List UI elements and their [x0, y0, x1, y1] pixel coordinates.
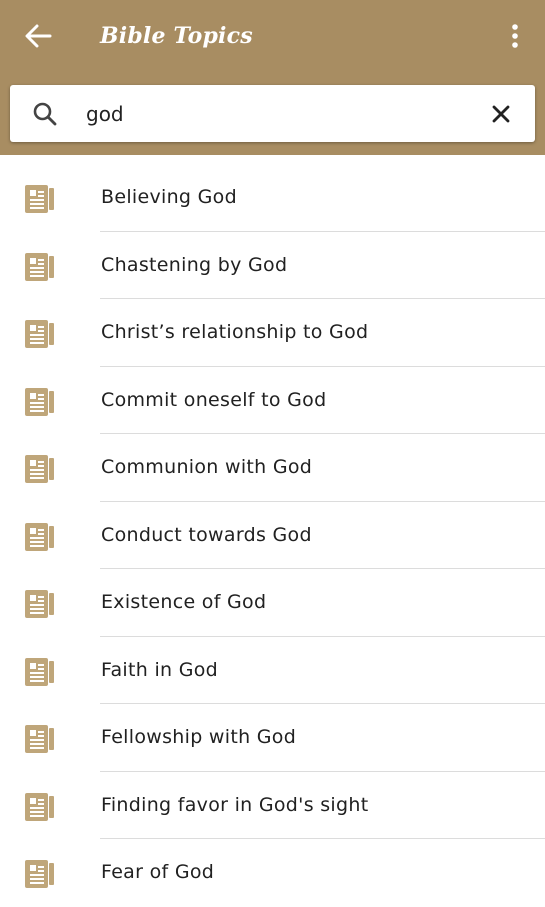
topic-label: Fellowship with God: [101, 726, 297, 748]
topic-label: Christ’s relationship to God: [101, 321, 369, 343]
book-icon: [25, 185, 54, 213]
list-item[interactable]: Finding favor in God's sight: [0, 772, 545, 839]
search-icon: [33, 102, 57, 126]
list-item[interactable]: Chastening by God: [0, 232, 545, 299]
page-title: Bible Topics: [100, 23, 253, 49]
list-item[interactable]: Faith in God: [0, 637, 545, 704]
list-item[interactable]: Fellowship with God: [0, 704, 545, 772]
topic-label: Communion with God: [101, 456, 313, 478]
book-icon: [25, 252, 54, 281]
topic-label: Finding favor in God's sight: [101, 793, 369, 816]
book-icon: [25, 860, 54, 888]
list-item[interactable]: Conduct towards God: [0, 502, 545, 569]
topic-label: Commit oneself to God: [101, 388, 327, 411]
list-item[interactable]: Commit oneself to God: [0, 367, 545, 434]
book-icon: [25, 387, 54, 416]
search-input[interactable]: [86, 95, 476, 132]
topic-label: Fear of God: [101, 861, 215, 883]
book-icon: [25, 455, 54, 483]
topic-label: Conduct towards God: [101, 523, 312, 546]
topic-label: Faith in God: [101, 658, 219, 681]
list-item[interactable]: Christ’s relationship to God: [0, 299, 545, 367]
list-item[interactable]: Believing God: [0, 164, 545, 232]
book-icon: [25, 522, 54, 551]
more-vertical-icon: [512, 24, 518, 48]
book-icon: [25, 792, 54, 821]
topic-label: Chastening by God: [101, 253, 288, 276]
list-item[interactable]: Communion with God: [0, 434, 545, 502]
app-bar: Bible Topics: [0, 0, 545, 155]
search-bar: [10, 85, 535, 142]
clear-search-button[interactable]: [487, 100, 515, 128]
list-item[interactable]: Fear of God: [0, 839, 545, 907]
book-icon: [25, 657, 54, 686]
topic-list: Believing God Chastening by God Christ’s…: [0, 164, 545, 907]
book-icon: [25, 725, 54, 753]
topic-label: Believing God: [101, 186, 237, 208]
topic-label: Existence of God: [101, 591, 267, 613]
close-icon: [492, 105, 510, 123]
book-icon: [25, 320, 54, 348]
list-item[interactable]: Existence of God: [0, 569, 545, 637]
more-options-button[interactable]: [503, 18, 527, 54]
back-button[interactable]: [18, 18, 58, 54]
book-icon: [25, 590, 54, 618]
arrow-left-icon: [25, 24, 52, 48]
